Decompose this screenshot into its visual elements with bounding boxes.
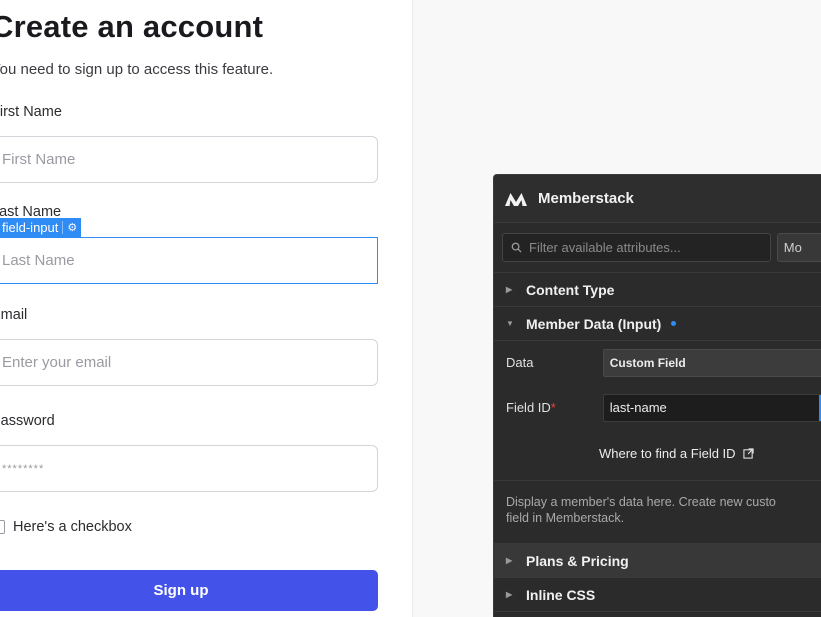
- section-member-data-label: Member Data (Input): [526, 315, 662, 332]
- where-to-find-label: Where to find a Field ID: [599, 446, 736, 461]
- selection-tag-label: field-input: [2, 220, 59, 235]
- data-label: Data: [506, 355, 534, 370]
- memberstack-header: Memberstack: [494, 175, 821, 223]
- checkbox-row[interactable]: Here's a checkbox: [0, 519, 132, 535]
- search-icon: [511, 242, 522, 253]
- password-input[interactable]: ********: [0, 445, 378, 492]
- description-line-2: field in Memberstack.: [506, 511, 625, 525]
- member-data-description: Display a member's data here. Create new…: [494, 481, 821, 544]
- password-placeholder: ********: [2, 462, 45, 475]
- where-to-find-field-id-link[interactable]: Where to find a Field ID: [494, 427, 821, 481]
- checkbox[interactable]: [0, 520, 5, 534]
- description-line-1: Display a member's data here. Create new…: [506, 495, 776, 509]
- memberstack-logo-icon: [505, 192, 527, 206]
- data-select[interactable]: Custom Field: [602, 348, 821, 377]
- section-inline-css-label: Inline CSS: [526, 586, 596, 603]
- data-select-value: Custom Field: [609, 355, 686, 370]
- field-id-value: last-name: [609, 400, 667, 415]
- section-content-type-label: Content Type: [526, 281, 615, 298]
- chevron-right-icon: ▶: [506, 556, 513, 565]
- page-subtitle: You need to sign up to access this featu…: [0, 61, 274, 78]
- chevron-right-icon: ▶: [506, 285, 513, 294]
- section-member-data[interactable]: ▼ Member Data (Input): [494, 307, 821, 341]
- section-plans-pricing[interactable]: ▶ Plans & Pricing: [494, 544, 821, 578]
- search-row: Filter available attributes... Mo: [494, 223, 821, 273]
- field-id-label-wrap: Field ID*: [506, 400, 603, 415]
- field-id-label: Field ID: [506, 400, 551, 415]
- field-id-row: Field ID* last-name: [494, 388, 821, 427]
- section-content-type[interactable]: ▶ Content Type: [494, 273, 821, 307]
- field-id-input[interactable]: last-name: [602, 393, 821, 422]
- first-name-input[interactable]: First Name: [0, 136, 378, 183]
- signup-button[interactable]: Sign up: [0, 570, 378, 611]
- last-name-input[interactable]: Last Name: [0, 237, 378, 284]
- active-dot-indicator: [671, 321, 677, 326]
- search-placeholder: Filter available attributes...: [529, 240, 681, 255]
- memberstack-title: Memberstack: [538, 190, 634, 207]
- first-name-label: First Name: [0, 104, 62, 120]
- chevron-down-icon: ▼: [506, 319, 514, 328]
- section-plans-label: Plans & Pricing: [526, 552, 629, 569]
- external-link-icon: [742, 448, 754, 459]
- email-input[interactable]: Enter your email: [0, 339, 378, 386]
- data-row: Data Custom Field: [494, 343, 821, 382]
- signup-form-panel: Create an account You need to sign up to…: [0, 0, 413, 617]
- chevron-right-icon: ▶: [506, 590, 513, 599]
- email-placeholder: Enter your email: [2, 354, 112, 371]
- element-selection-tag[interactable]: field-input ⚙: [0, 218, 82, 237]
- email-label: Email: [0, 307, 28, 323]
- settings-gear-icon[interactable]: ⚙: [62, 221, 77, 234]
- required-asterisk: *: [550, 400, 556, 415]
- last-name-placeholder: Last Name: [2, 252, 75, 269]
- page-title: Create an account: [0, 9, 264, 44]
- first-name-placeholder: First Name: [2, 151, 76, 168]
- section-inline-css[interactable]: ▶ Inline CSS: [494, 578, 821, 612]
- password-label: Password: [0, 413, 55, 429]
- attribute-search-input[interactable]: Filter available attributes...: [502, 233, 771, 262]
- more-button[interactable]: Mo: [776, 233, 821, 262]
- member-data-body: Data Custom Field Field ID* last-name Wh…: [494, 343, 821, 544]
- memberstack-panel: Memberstack Filter available attributes.…: [493, 174, 821, 617]
- checkbox-label: Here's a checkbox: [13, 519, 132, 535]
